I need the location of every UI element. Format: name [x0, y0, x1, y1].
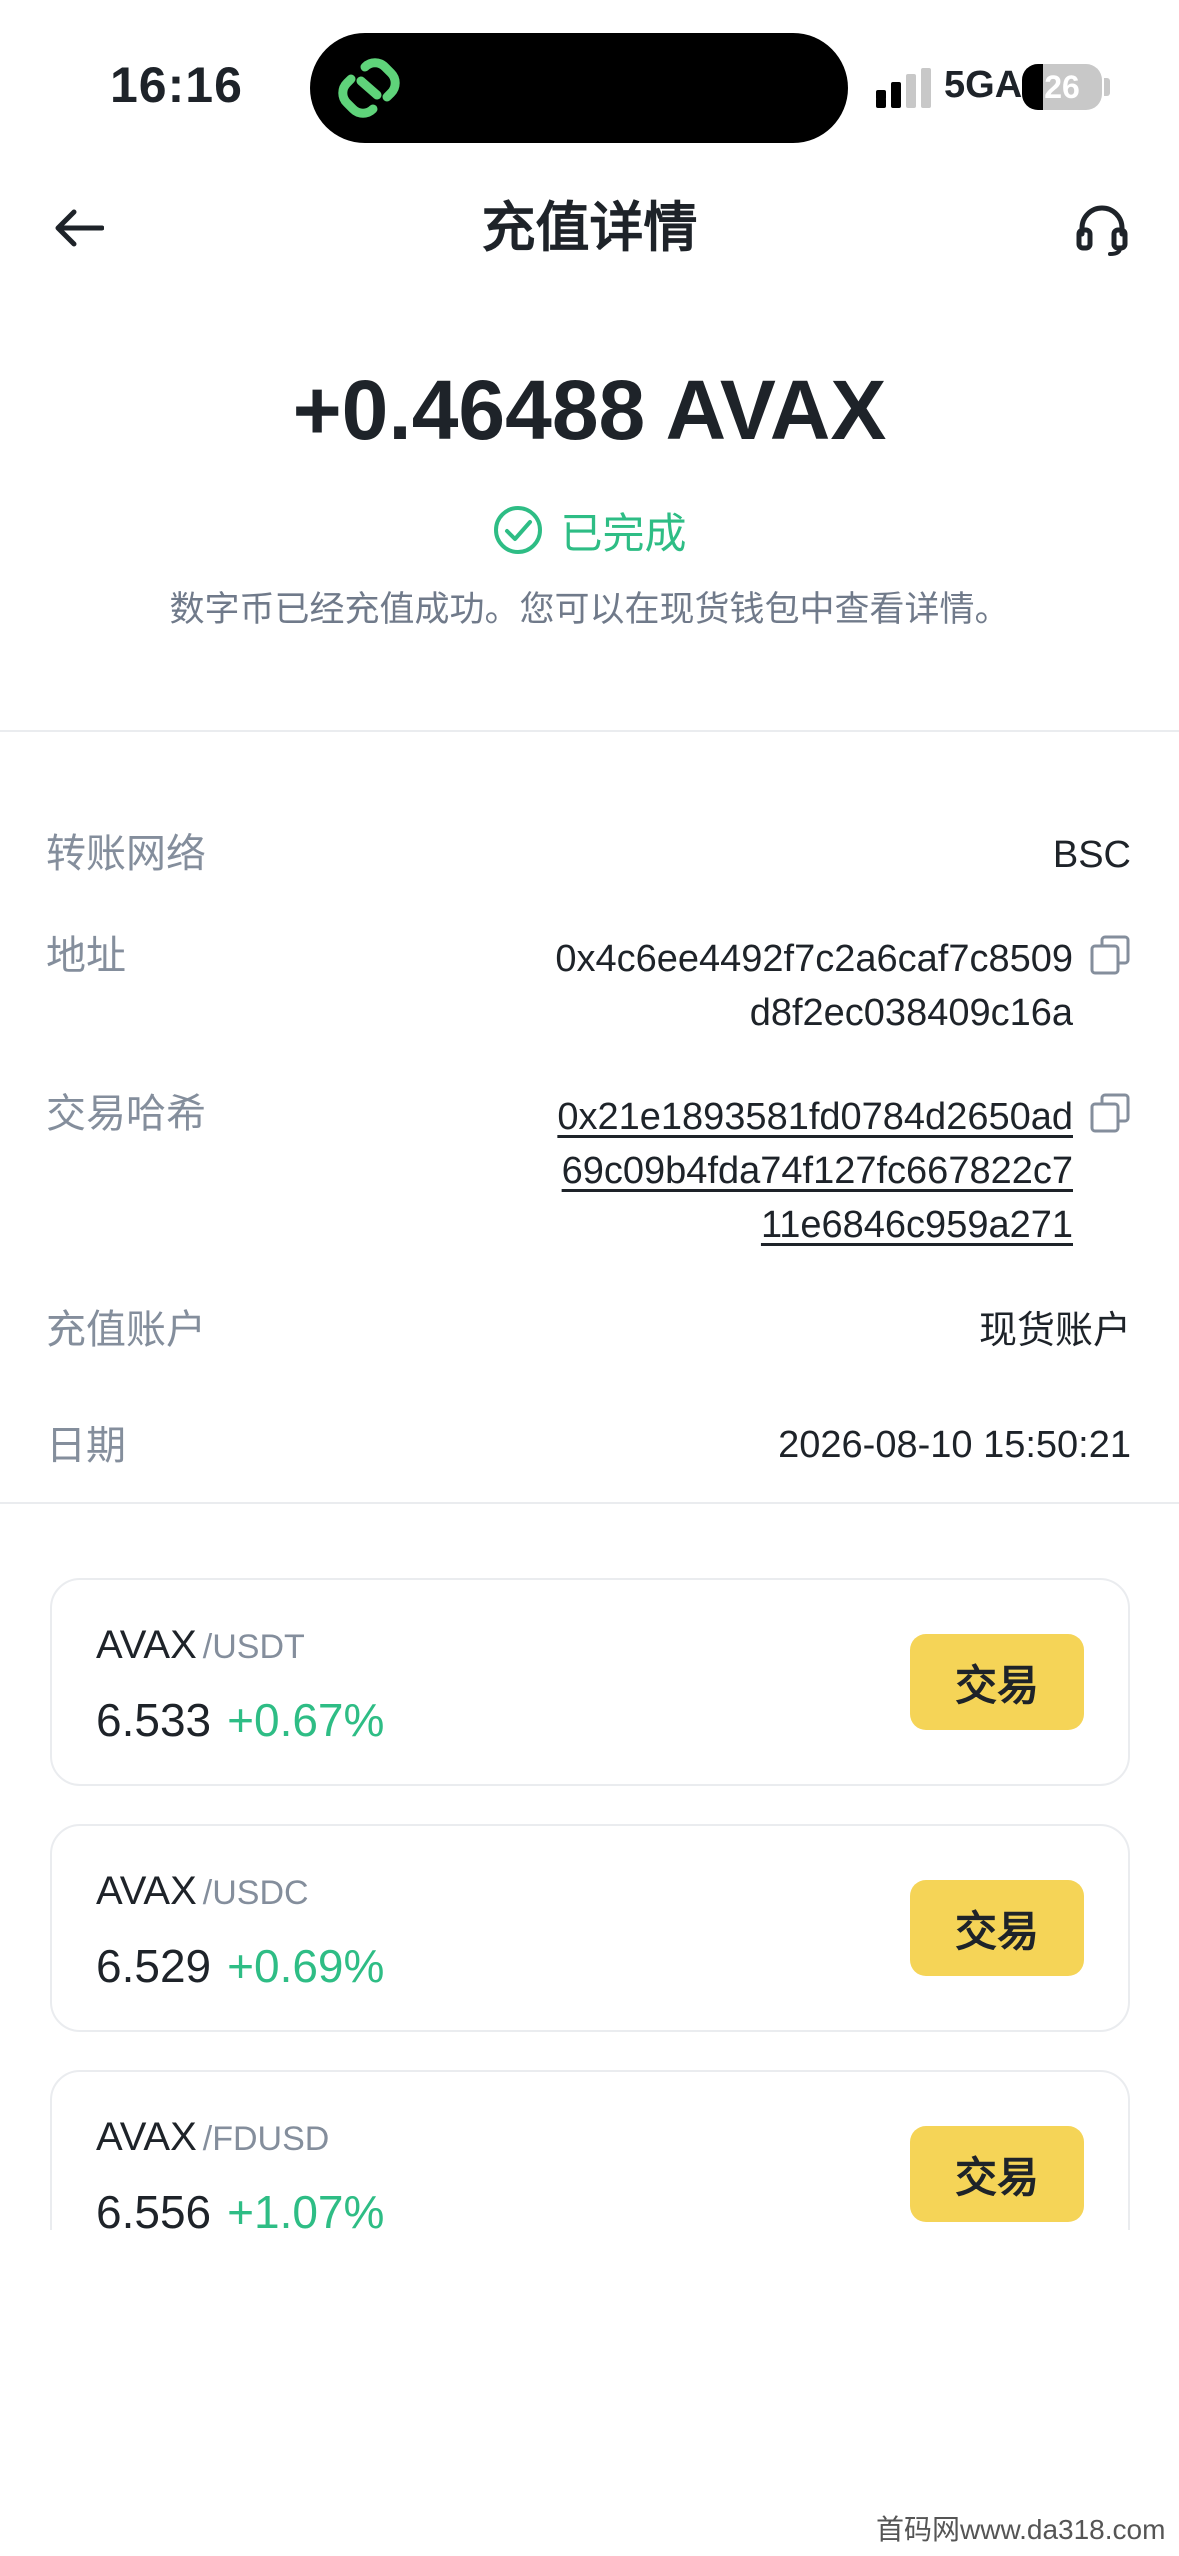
tx-hash-line: 11e6846c959a271	[760, 1204, 1073, 1246]
pair-card-avax-usdc[interactable]: AVAX/USDC 6.529 +0.69% 交易	[50, 1824, 1130, 2032]
pair-quote: /FDUSD	[202, 2120, 330, 2158]
check-circle-icon	[494, 506, 543, 554]
address-value[interactable]: 0x4c6ee4492f7c2a6caf7c8509 d8f2ec038409c…	[555, 932, 1073, 1040]
deposit-amount: +0.46488 AVAX	[292, 363, 887, 457]
section-divider	[0, 1502, 1179, 1504]
pair-card-avax-usdt[interactable]: AVAX/USDT 6.533 +0.67% 交易	[50, 1578, 1130, 1786]
date-label: 日期	[46, 1424, 126, 1468]
copy-icon[interactable]	[1089, 934, 1131, 976]
trade-button[interactable]: 交易	[910, 1880, 1084, 1976]
date-value: 2026-08-10 15:50:21	[778, 1424, 1131, 1466]
watermark: 首码网www.da318.com	[876, 2514, 1166, 2545]
account-label: 充值账户	[46, 1308, 206, 1352]
headset-icon	[1076, 205, 1128, 256]
pair-name: AVAX/USDT	[96, 1620, 305, 1672]
dynamic-island	[310, 33, 848, 143]
pair-price: 6.529	[96, 1940, 212, 1992]
pair-name: AVAX/FDUSD	[96, 2112, 329, 2164]
pair-quote: /USDC	[202, 1874, 309, 1912]
trade-button[interactable]: 交易	[910, 2126, 1084, 2222]
pair-change: +0.67%	[227, 1694, 385, 1746]
tx-hash-link[interactable]: 0x21e1893581fd0784d2650ad 69c09b4fda74f1…	[557, 1090, 1073, 1252]
pair-card-avax-fdusd[interactable]: AVAX/FDUSD 6.556 +1.07% 交易	[50, 2070, 1130, 2230]
status-time: 16:16	[110, 57, 243, 113]
copy-icon[interactable]	[1089, 1092, 1131, 1134]
status-badge: 已完成	[0, 500, 1179, 560]
battery-icon: 26	[1022, 64, 1102, 110]
account-value: 现货账户	[978, 1310, 1131, 1352]
address-line: d8f2ec038409c16a	[749, 992, 1073, 1034]
address-label: 地址	[46, 934, 126, 978]
address-line: 0x4c6ee4492f7c2a6caf7c8509	[555, 938, 1073, 980]
pair-name: AVAX/USDC	[96, 1866, 309, 1918]
pair-quote: /USDT	[202, 1628, 305, 1666]
status-bar: 16:16 5GA 26	[0, 0, 1179, 160]
section-divider	[0, 730, 1179, 732]
network-value: BSC	[1052, 834, 1131, 876]
price-row: 6.529 +0.69%	[96, 1938, 384, 2006]
pair-price: 6.533	[96, 1694, 212, 1746]
trade-button[interactable]: 交易	[910, 1634, 1084, 1730]
tx-hash-line: 0x21e1893581fd0784d2650ad	[557, 1096, 1073, 1138]
price-row: 6.556 +1.07%	[96, 2184, 384, 2230]
tx-hash-label: 交易哈希	[46, 1092, 206, 1136]
battery-nub	[1104, 78, 1110, 96]
scroll-clip: AVAX/FDUSD 6.556 +1.07% 交易	[0, 2050, 1179, 2230]
status-description: 数字币已经充值成功。您可以在现货钱包中查看详情。	[169, 590, 1010, 629]
price-row: 6.533 +0.67%	[96, 1692, 384, 1760]
network-label: 转账网络	[46, 832, 206, 876]
pair-base: AVAX	[96, 1869, 197, 1913]
pair-change: +1.07%	[227, 2186, 385, 2230]
status-text: 已完成	[560, 509, 687, 557]
customer-support-button[interactable]	[1064, 190, 1140, 266]
pair-change: +0.69%	[227, 1940, 385, 1992]
pair-price: 6.556	[96, 2186, 212, 2230]
tx-hash-line: 69c09b4fda74f127fc667822c7	[561, 1150, 1073, 1192]
link-icon	[338, 58, 400, 118]
pair-base: AVAX	[96, 2115, 197, 2159]
cellular-signal-icon	[876, 68, 931, 108]
page-title: 充值详情	[481, 198, 698, 258]
pair-base: AVAX	[96, 1623, 197, 1667]
battery-percent: 26	[1044, 69, 1080, 105]
network-type: 5GA	[944, 64, 1023, 106]
